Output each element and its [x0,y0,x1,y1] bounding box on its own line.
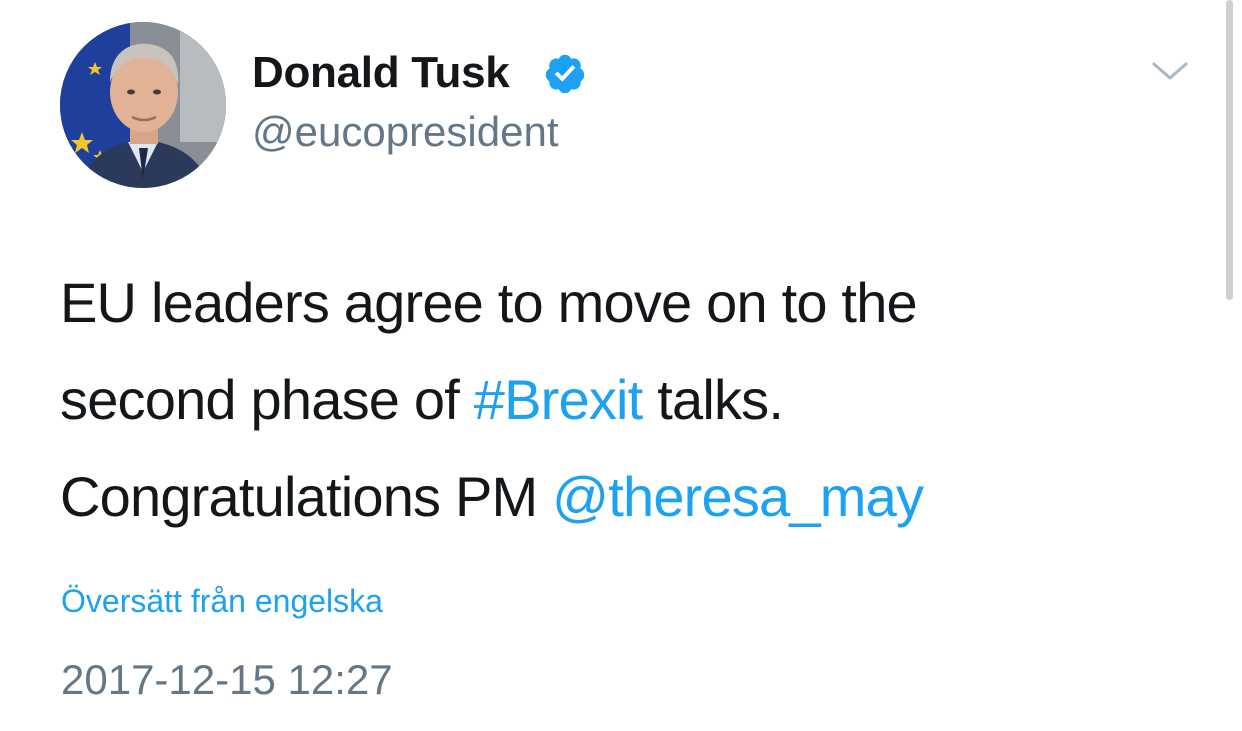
author-handle[interactable]: @eucopresident [252,108,559,156]
display-name[interactable]: Donald Tusk [252,48,510,98]
hashtag-link[interactable]: #Brexit [474,368,644,431]
tweet-text-line: Congratulations PM @theresa_may [60,448,1200,545]
tweet-timestamp[interactable]: 2017-12-15 12:27 [61,656,393,704]
tweet-text-segment: Congratulations PM [60,465,553,528]
chevron-down-icon[interactable] [1150,58,1190,86]
translate-link[interactable]: Översätt från engelska [61,583,383,620]
avatar[interactable] [60,22,226,188]
tweet-text-line: EU leaders agree to move on to the [60,254,1200,351]
scrollbar[interactable] [1226,0,1233,300]
verified-badge-icon [545,54,585,94]
tweet-text-line: second phase of #Brexit talks. [60,351,1200,448]
tweet-text: EU leaders agree to move on to the secon… [60,254,1200,545]
avatar-photo [60,22,226,188]
mention-link[interactable]: @theresa_may [552,465,924,528]
tweet-text-segment: EU leaders agree to move on to the [60,271,918,334]
tweet-text-segment: second phase of [60,368,474,431]
tweet-text-segment: talks. [642,368,784,431]
